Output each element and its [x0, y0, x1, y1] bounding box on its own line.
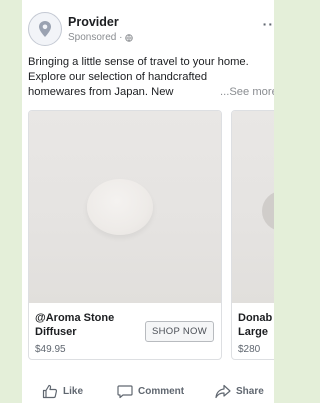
- page-avatar[interactable]: [28, 12, 62, 46]
- comment-bubble-icon: [117, 384, 133, 398]
- product-title[interactable]: Donab Large: [238, 311, 272, 339]
- see-more-link[interactable]: ...See more: [220, 85, 274, 100]
- post-header: Provider Sponsored · ··: [28, 12, 274, 48]
- share-label: Share: [236, 385, 264, 397]
- share-arrow-icon: [215, 384, 231, 398]
- post-caption: Bringing a little sense of travel to you…: [28, 55, 274, 100]
- comment-button[interactable]: Comment: [117, 380, 184, 402]
- product-carousel[interactable]: @Aroma Stone Diffuser $49.95 SHOP NOW Do…: [28, 110, 274, 360]
- share-button[interactable]: Share: [215, 380, 264, 402]
- sponsored-label: Sponsored ·: [68, 32, 134, 43]
- caption-line: Bringing a little sense of travel to you…: [28, 56, 249, 68]
- product-image[interactable]: [232, 111, 274, 303]
- product-card[interactable]: Donab Large $280: [231, 110, 274, 360]
- product-card[interactable]: @Aroma Stone Diffuser $49.95 SHOP NOW: [28, 110, 222, 360]
- aroma-stone-image: [87, 179, 153, 235]
- product-image[interactable]: [29, 111, 221, 303]
- like-label: Like: [63, 385, 84, 397]
- caption-line: Explore our selection of handcrafted: [28, 71, 208, 83]
- post-actions: Like Comment Share: [22, 380, 274, 402]
- sponsored-text: Sponsored ·: [68, 32, 123, 43]
- globe-icon: [125, 33, 134, 42]
- sponsored-post: Provider Sponsored · ·· Bringing a littl…: [22, 0, 274, 403]
- donabe-image: [262, 191, 274, 231]
- thumbs-up-icon: [42, 384, 58, 398]
- comment-label: Comment: [138, 385, 185, 397]
- product-price: $280: [238, 344, 261, 355]
- page-name[interactable]: Provider: [68, 15, 119, 29]
- like-button[interactable]: Like: [42, 380, 83, 402]
- more-options-icon[interactable]: ··: [263, 17, 274, 31]
- shop-now-button[interactable]: SHOP NOW: [144, 321, 214, 342]
- product-title[interactable]: @Aroma Stone Diffuser: [35, 311, 114, 339]
- location-pin-icon: [39, 21, 51, 37]
- product-price: $49.95: [35, 344, 66, 355]
